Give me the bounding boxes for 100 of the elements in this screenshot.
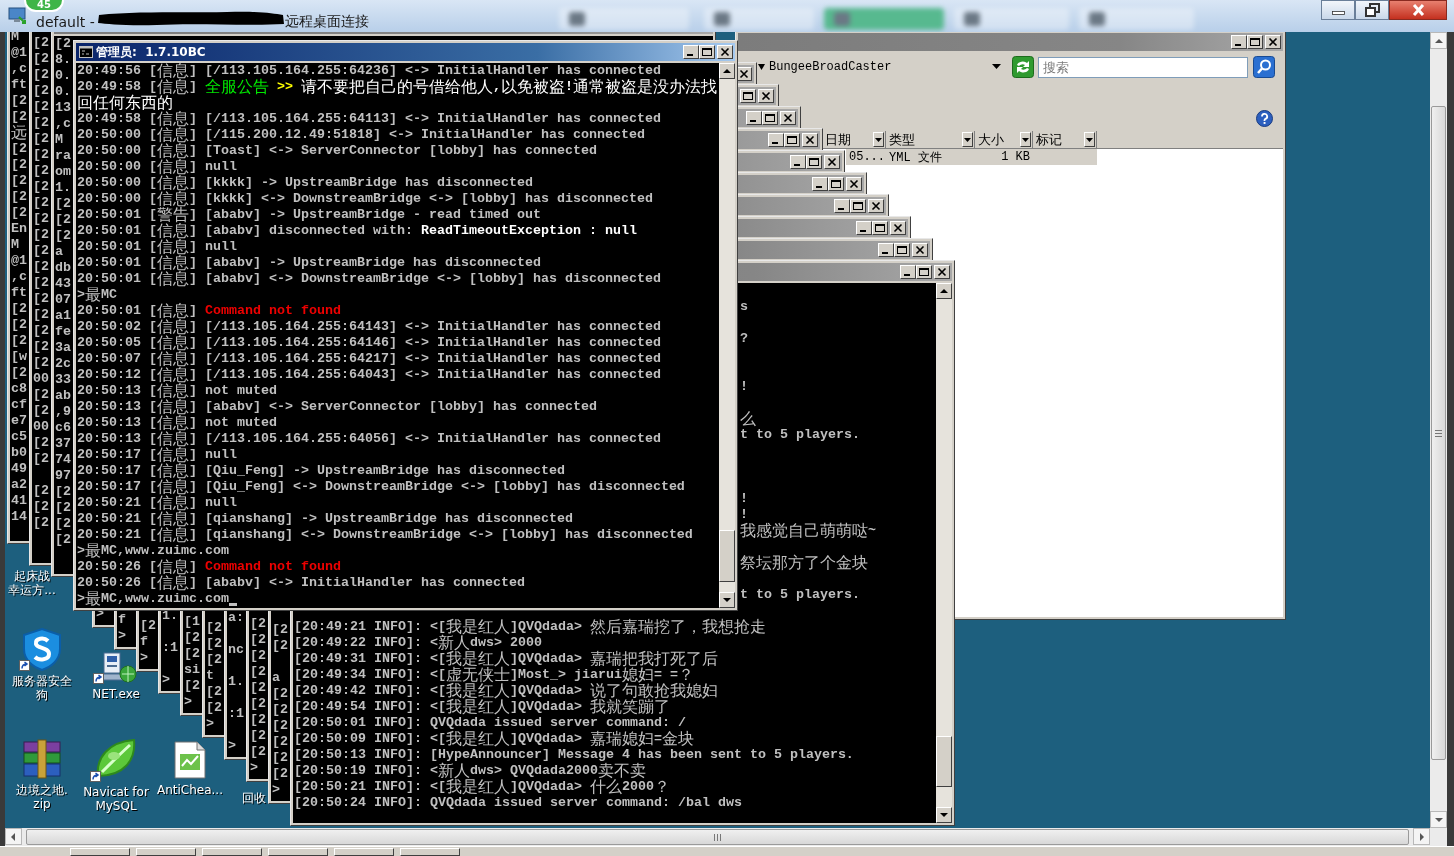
console-line: cf: [11, 397, 27, 413]
console-line: [2: [33, 243, 49, 259]
console-line: 20:50:07 [信息] [/113.105.164.255:64217] <-> InitialHandler has connected: [77, 351, 661, 367]
icon-label: Navicat for MySQL: [83, 785, 149, 813]
console-line: [20:50:24 INFO]: QVQdada issued server command: /bal dws: [294, 795, 742, 811]
console-line: 49: [11, 461, 27, 477]
console-line: [2: [184, 678, 200, 694]
console-line: 20:50:01 [警告] [ababv] -> UpstreamBridge - read timed out: [77, 207, 541, 223]
console-line: [2: [33, 451, 49, 467]
console-line: [2: [250, 680, 266, 696]
console-line: [2: [33, 387, 49, 403]
table-cell-text: 1 KB: [1000, 150, 1031, 164]
console-line: >最MC,www.zuimc.com: [77, 543, 229, 559]
console-line: 41: [11, 493, 27, 509]
column-header[interactable]: 大小: [975, 131, 1020, 148]
console-line: !: [740, 379, 748, 395]
icon-label: 服务器安全 狗: [12, 674, 72, 702]
console-line: [2: [33, 227, 49, 243]
console-line: ,c: [11, 61, 27, 77]
column-header[interactable]: 类型: [886, 131, 962, 148]
console-line: >: [250, 760, 258, 776]
console-line: 37: [55, 436, 71, 452]
console-line: [2: [11, 317, 27, 333]
console-line: 97: [55, 468, 71, 484]
console-line: [2: [11, 365, 27, 381]
console-line: [2: [55, 228, 71, 244]
console-line: [2: [33, 147, 49, 163]
console-line: 20:50:13 [信息] [ababv] <-> ServerConnector [lobby] has connected: [77, 399, 597, 415]
console-line: [20:49:22 INFO]: <新人dws> 2000: [294, 635, 542, 651]
console-line: 3a: [55, 340, 71, 356]
console-line: [2: [33, 355, 49, 371]
console-line: [2: [11, 173, 27, 189]
console-line: 20:50:21 [信息] [qianshang] <-> DownstreamBridge <-> [lobby] has disconnected: [77, 527, 693, 543]
console-line: 20:49:56 [信息] [/113.105.164.255:64236] <-> InitialHandler has connected: [77, 63, 661, 79]
console-line: 20:50:01 [信息] Command not found: [77, 303, 341, 319]
console-line: e7: [11, 413, 27, 429]
console-line: 8.: [55, 52, 71, 68]
console-line: t to 5 players.: [740, 587, 860, 603]
console-line: 20:50:17 [信息] [Qiu_Feng] -> UpstreamBridge has disconnected: [77, 463, 565, 479]
console-line: 00: [33, 371, 49, 387]
console-line: En: [11, 221, 27, 237]
console-line: :1: [228, 706, 244, 722]
console-line: [20:49:21 INFO]: <[我是红人]QVQdada> 然后嘉瑞挖了，我想抢走: [294, 619, 766, 635]
console-line: [2: [250, 744, 266, 760]
console-line: [2: [33, 51, 49, 67]
console-line: t to 5 players.: [740, 427, 860, 443]
console-line: [2: [33, 339, 49, 355]
console-line: [2: [33, 515, 49, 531]
console-line: [2: [33, 307, 49, 323]
window-title: 远程桌面连接: [284, 13, 369, 31]
console-line: >: [184, 694, 192, 710]
console-line: [2: [33, 435, 49, 451]
column-header[interactable]: 标记: [1033, 131, 1084, 148]
console-line: f: [140, 634, 148, 650]
console-line: [2: [33, 403, 49, 419]
console-line: [2: [250, 728, 266, 744]
console-line: c5: [11, 429, 27, 445]
console-line: db: [55, 260, 71, 276]
console-line: [2: [272, 686, 288, 702]
table-row[interactable]: 05... YML 文件 1 KB: [846, 149, 1097, 165]
console-line: [2: [272, 622, 288, 638]
console-line: 20:50:26 [信息] Command not found: [77, 559, 341, 575]
console-line: 20:50:02 [信息] [/113.105.164.255:64143] <-> InitialHandler has connected: [77, 319, 661, 335]
console-line: ,9: [55, 404, 71, 420]
console-line: [2: [206, 700, 222, 716]
console-line: >: [162, 672, 170, 688]
console-line: ,c: [55, 116, 71, 132]
console-line: [2: [11, 205, 27, 221]
console-line: [20:49:54 INFO]: <[我是红人]QVQdada> 我就笑蹦了: [294, 699, 670, 715]
console-line: 20:50:01 [信息] [ababv] <-> DownstreamBridge <-> [lobby] has disconnected: [77, 271, 661, 287]
console-line: c6: [55, 420, 71, 436]
console-line: 07: [55, 292, 71, 308]
console-line: [2: [33, 67, 49, 83]
console-line: [2: [206, 652, 222, 668]
console-line: a2: [11, 477, 27, 493]
console-line: 么: [740, 411, 756, 427]
console-line: nc: [228, 642, 244, 658]
console-line: [2: [11, 157, 27, 173]
console-line: 远: [11, 125, 27, 141]
console-line: [2: [33, 323, 49, 339]
console-line: [20:49:34 INFO]: <[虚无侠士]Most_> jiarui媳妇= =？: [294, 667, 694, 683]
console-line: [2: [55, 36, 71, 52]
console-line: 祭坛那方了个金块: [740, 555, 868, 571]
console-line: 20:50:21 [信息] null: [77, 495, 237, 511]
console-line: 20:50:00 [信息] [/115.200.12.49:51818] <-> InitialHandler has connected: [77, 127, 645, 143]
console-line: 74: [55, 452, 71, 468]
console-line: 1.: [55, 180, 71, 196]
console-line: [20:50:21 INFO]: <[我是红人]QVQdada> 什么2000？: [294, 779, 670, 795]
console-line: [2: [33, 131, 49, 147]
console-line: [2: [272, 766, 288, 782]
console-line: 20:50:12 [信息] [/113.105.164.255:64043] <-> InitialHandler has connected: [77, 367, 661, 383]
search-field[interactable]: 搜索: [1038, 56, 1248, 78]
console-line: [2: [55, 196, 71, 212]
console-line: om: [55, 164, 71, 180]
icon-label: AntiChea...: [157, 783, 223, 797]
console-line: !: [740, 507, 748, 523]
console-line: [2: [33, 483, 49, 499]
console-line: ra: [55, 148, 71, 164]
column-header[interactable]: 日期: [822, 131, 873, 148]
console-line: [2: [33, 195, 49, 211]
